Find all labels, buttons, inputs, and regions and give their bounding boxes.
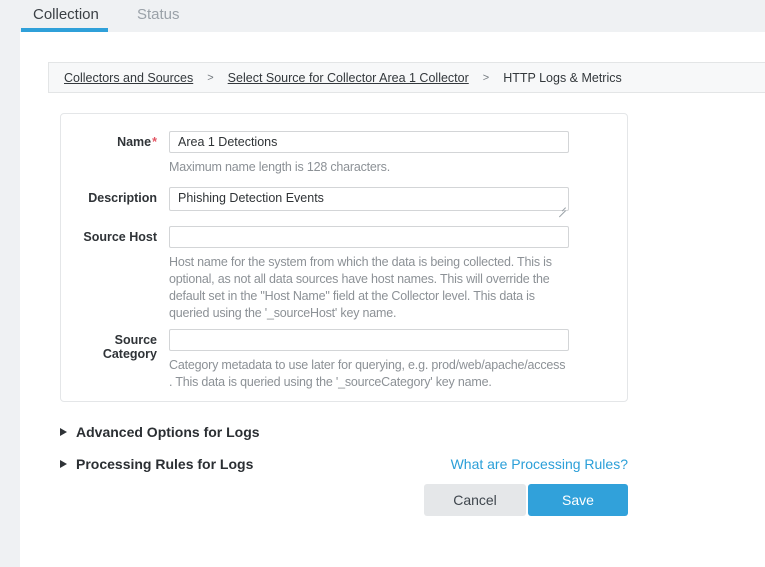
- source-category-row: Source Category Category metadata to use…: [61, 329, 627, 391]
- description-label: Description: [61, 187, 169, 205]
- chevron-right-icon: [60, 428, 67, 436]
- advanced-options-expander[interactable]: Advanced Options for Logs: [60, 424, 628, 440]
- source-config-form: Name* Maximum name length is 128 charact…: [60, 113, 628, 516]
- advanced-options-title: Advanced Options for Logs: [76, 424, 260, 440]
- source-host-label: Source Host: [61, 226, 169, 244]
- source-category-helper-text: Category metadata to use later for query…: [169, 357, 571, 391]
- processing-rules-row: Processing Rules for Logs What are Proce…: [60, 456, 628, 472]
- required-asterisk: *: [152, 135, 157, 149]
- source-host-row: Source Host Host name for the system fro…: [61, 226, 627, 322]
- breadcrumb-separator-icon: >: [207, 72, 213, 84]
- tab-collection[interactable]: Collection: [33, 6, 99, 23]
- name-helper-text: Maximum name length is 128 characters.: [169, 159, 571, 176]
- source-category-input[interactable]: [169, 329, 569, 351]
- tab-status[interactable]: Status: [137, 6, 180, 23]
- breadcrumb-current-page: HTTP Logs & Metrics: [503, 71, 622, 85]
- form-actions: Cancel Save: [60, 484, 628, 516]
- breadcrumb-separator-icon: >: [483, 72, 489, 84]
- name-input[interactable]: [169, 131, 569, 153]
- breadcrumb-collectors-and-sources[interactable]: Collectors and Sources: [64, 71, 193, 85]
- source-category-label: Source Category: [61, 329, 169, 361]
- processing-rules-title: Processing Rules for Logs: [76, 456, 253, 472]
- content-surface: Collectors and Sources > Select Source f…: [20, 32, 765, 567]
- description-row: Description Phishing Detection Events: [61, 187, 627, 216]
- description-input[interactable]: Phishing Detection Events: [169, 187, 569, 211]
- cancel-button[interactable]: Cancel: [424, 484, 526, 516]
- save-button[interactable]: Save: [528, 484, 628, 516]
- breadcrumb: Collectors and Sources > Select Source f…: [48, 62, 765, 93]
- name-row: Name* Maximum name length is 128 charact…: [61, 131, 627, 176]
- processing-rules-expander[interactable]: Processing Rules for Logs: [60, 456, 253, 472]
- source-host-helper-text: Host name for the system from which the …: [169, 254, 571, 322]
- breadcrumb-select-source[interactable]: Select Source for Collector Area 1 Colle…: [228, 71, 469, 85]
- what-are-processing-rules-link[interactable]: What are Processing Rules?: [451, 456, 628, 472]
- form-panel: Name* Maximum name length is 128 charact…: [60, 113, 628, 402]
- source-host-input[interactable]: [169, 226, 569, 248]
- tab-bar: Collection Status: [0, 0, 765, 32]
- chevron-right-icon: [60, 460, 67, 468]
- name-label: Name*: [61, 131, 169, 149]
